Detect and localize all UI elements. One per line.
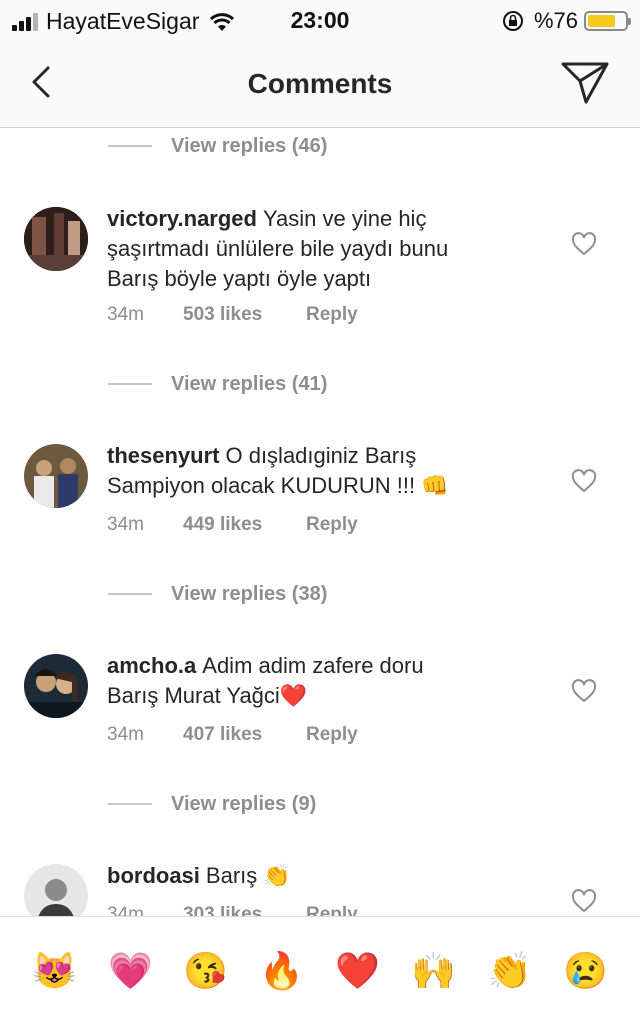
- status-right: %76: [502, 8, 631, 34]
- clapping-hands-emoji[interactable]: 👏: [487, 949, 532, 993]
- view-replies-link[interactable]: View replies (9): [108, 786, 316, 822]
- comment-line: Sampiyon olacak KUDURUN !!! 👊: [107, 473, 449, 498]
- signal-icon: [12, 12, 38, 31]
- status-left: HayatEveSigar: [12, 8, 235, 35]
- comment-username[interactable]: amcho.a: [107, 653, 196, 678]
- comment-username[interactable]: victory.narged: [107, 206, 257, 231]
- comment-text: amcho.a Adim adim zafere doru Barış Murat…: [107, 651, 527, 711]
- wifi-icon: [210, 12, 235, 31]
- page-title: Comments: [247, 68, 393, 99]
- heart-icon[interactable]: [571, 679, 597, 703]
- comment-line: Barış böyle yaptı öyle yaptı: [107, 266, 372, 291]
- comment-meta: 34m 449 likes Reply: [107, 514, 358, 536]
- orientation-lock-icon: [502, 11, 523, 31]
- reply-button[interactable]: Reply: [306, 304, 358, 326]
- comment-text: victory.narged Yasin ve yine hiç şaşırtma…: [107, 204, 527, 294]
- crying-face-emoji[interactable]: 😢: [563, 949, 608, 993]
- kissing-face-emoji[interactable]: 😘: [183, 949, 228, 993]
- paper-plane-icon[interactable]: [560, 60, 610, 106]
- likes-count[interactable]: 407 likes: [183, 724, 306, 746]
- heart-icon[interactable]: [571, 469, 597, 493]
- avatar[interactable]: [24, 864, 88, 916]
- divider: [108, 145, 152, 147]
- battery-icon: [584, 11, 631, 31]
- view-replies-link[interactable]: View replies (46): [108, 128, 327, 164]
- comment-line: Barış 👏: [205, 863, 291, 888]
- comment-username[interactable]: bordoasi: [107, 863, 200, 888]
- chevron-left-icon[interactable]: [24, 62, 64, 102]
- raising-hands-emoji[interactable]: 🙌: [411, 949, 456, 993]
- pink-heart-emoji[interactable]: 💗: [108, 949, 153, 993]
- heart-icon[interactable]: [571, 889, 597, 913]
- comment-time: 34m: [107, 304, 144, 325]
- heart-eyes-cat-emoji[interactable]: 😻: [32, 949, 77, 993]
- view-replies-link[interactable]: View replies (41): [108, 366, 327, 402]
- reply-button[interactable]: Reply: [306, 724, 358, 746]
- comment-text: thesenyurt O dışladıginiz Barış Sampiyon …: [107, 441, 527, 501]
- view-replies-link[interactable]: View replies (38): [108, 576, 327, 612]
- comment-meta: 34m 503 likes Reply: [107, 304, 358, 326]
- divider: [108, 593, 152, 595]
- heart-icon[interactable]: [571, 232, 597, 256]
- comment-line: Yasin ve yine hiç: [262, 206, 427, 231]
- battery-percent: %76: [533, 8, 578, 33]
- reply-button[interactable]: Reply: [306, 904, 358, 916]
- likes-count[interactable]: 449 likes: [183, 514, 306, 536]
- nav-bar: Comments: [0, 40, 640, 128]
- comment-line: Barış Murat Yağci❤️: [107, 683, 308, 708]
- comment-line: Adim adim zafere doru: [202, 653, 424, 678]
- likes-count[interactable]: 503 likes: [183, 304, 306, 326]
- comment-username[interactable]: thesenyurt: [107, 443, 219, 468]
- comment-text: bordoasi Barış 👏: [107, 861, 527, 891]
- reply-button[interactable]: Reply: [306, 514, 358, 536]
- carrier-name: HayatEveSigar: [46, 8, 200, 34]
- avatar[interactable]: [24, 444, 88, 508]
- red-heart-emoji[interactable]: ❤️: [335, 949, 380, 993]
- comment-line: şaşırtmadı ünlülere bile yaydı bunu: [107, 236, 449, 261]
- divider: [108, 383, 152, 385]
- avatar[interactable]: [24, 654, 88, 718]
- comment-time: 34m: [107, 514, 144, 535]
- comment-time: 34m: [107, 904, 144, 916]
- emoji-quick-bar: 😻 💗 😘 🔥 ❤️ 🙌 👏 😢: [0, 916, 640, 1027]
- fire-emoji[interactable]: 🔥: [259, 949, 304, 993]
- comment-time: 34m: [107, 724, 144, 745]
- divider: [108, 803, 152, 805]
- status-bar: HayatEveSigar 23:00 %76: [0, 0, 640, 40]
- comments-list[interactable]: View replies (46) victory.narged Yasin ve…: [0, 128, 640, 916]
- comment-meta: 34m 303 likes Reply: [107, 904, 358, 916]
- likes-count[interactable]: 303 likes: [183, 904, 306, 916]
- avatar[interactable]: [24, 207, 88, 271]
- comment-line: O dışladıginiz Barış: [225, 443, 417, 468]
- comment-meta: 34m 407 likes Reply: [107, 724, 358, 746]
